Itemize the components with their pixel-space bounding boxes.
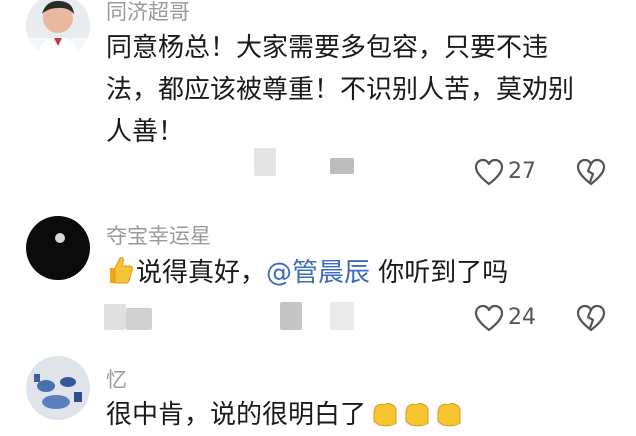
comment-text-end: 你听到了吗 — [370, 258, 509, 288]
like-heart-icon[interactable] — [474, 304, 504, 332]
avatar[interactable] — [26, 356, 90, 420]
comment-username[interactable]: 夺宝幸运星 — [106, 220, 211, 250]
like-heart-icon[interactable] — [474, 158, 504, 186]
avatar[interactable] — [26, 216, 90, 280]
blurred-meta — [330, 158, 354, 174]
like-count: 27 — [508, 159, 536, 184]
avatar[interactable] — [26, 0, 90, 58]
comment-text-start: 说得真好， — [136, 258, 267, 288]
comment-text-start: 很中肯，说的很明白了 — [106, 400, 367, 430]
mention-link[interactable]: @管晨辰 — [266, 258, 370, 288]
fist-emoji — [373, 403, 461, 427]
thumbs-up-emoji — [110, 257, 133, 284]
blurred-meta — [104, 304, 126, 330]
comment-text: 同意杨总！大家需要多包容，只要不违法，都应该被尊重！不识别人苦，莫劝别人善！ — [106, 33, 575, 147]
comment-text: 很中肯，说的很明白了 — [106, 394, 596, 436]
comment-username[interactable]: 忆 — [106, 364, 127, 394]
comment-text: 说得真好，@管晨辰 你听到了吗 — [106, 252, 596, 294]
blurred-meta — [254, 148, 276, 176]
dislike-broken-heart-icon[interactable] — [576, 304, 606, 332]
blurred-meta — [280, 302, 302, 330]
blurred-meta — [126, 308, 152, 330]
like-count: 24 — [508, 305, 536, 330]
comment-username[interactable]: 同济超哥 — [106, 0, 190, 26]
blurred-meta — [330, 302, 354, 330]
dislike-broken-heart-icon[interactable] — [576, 158, 606, 186]
